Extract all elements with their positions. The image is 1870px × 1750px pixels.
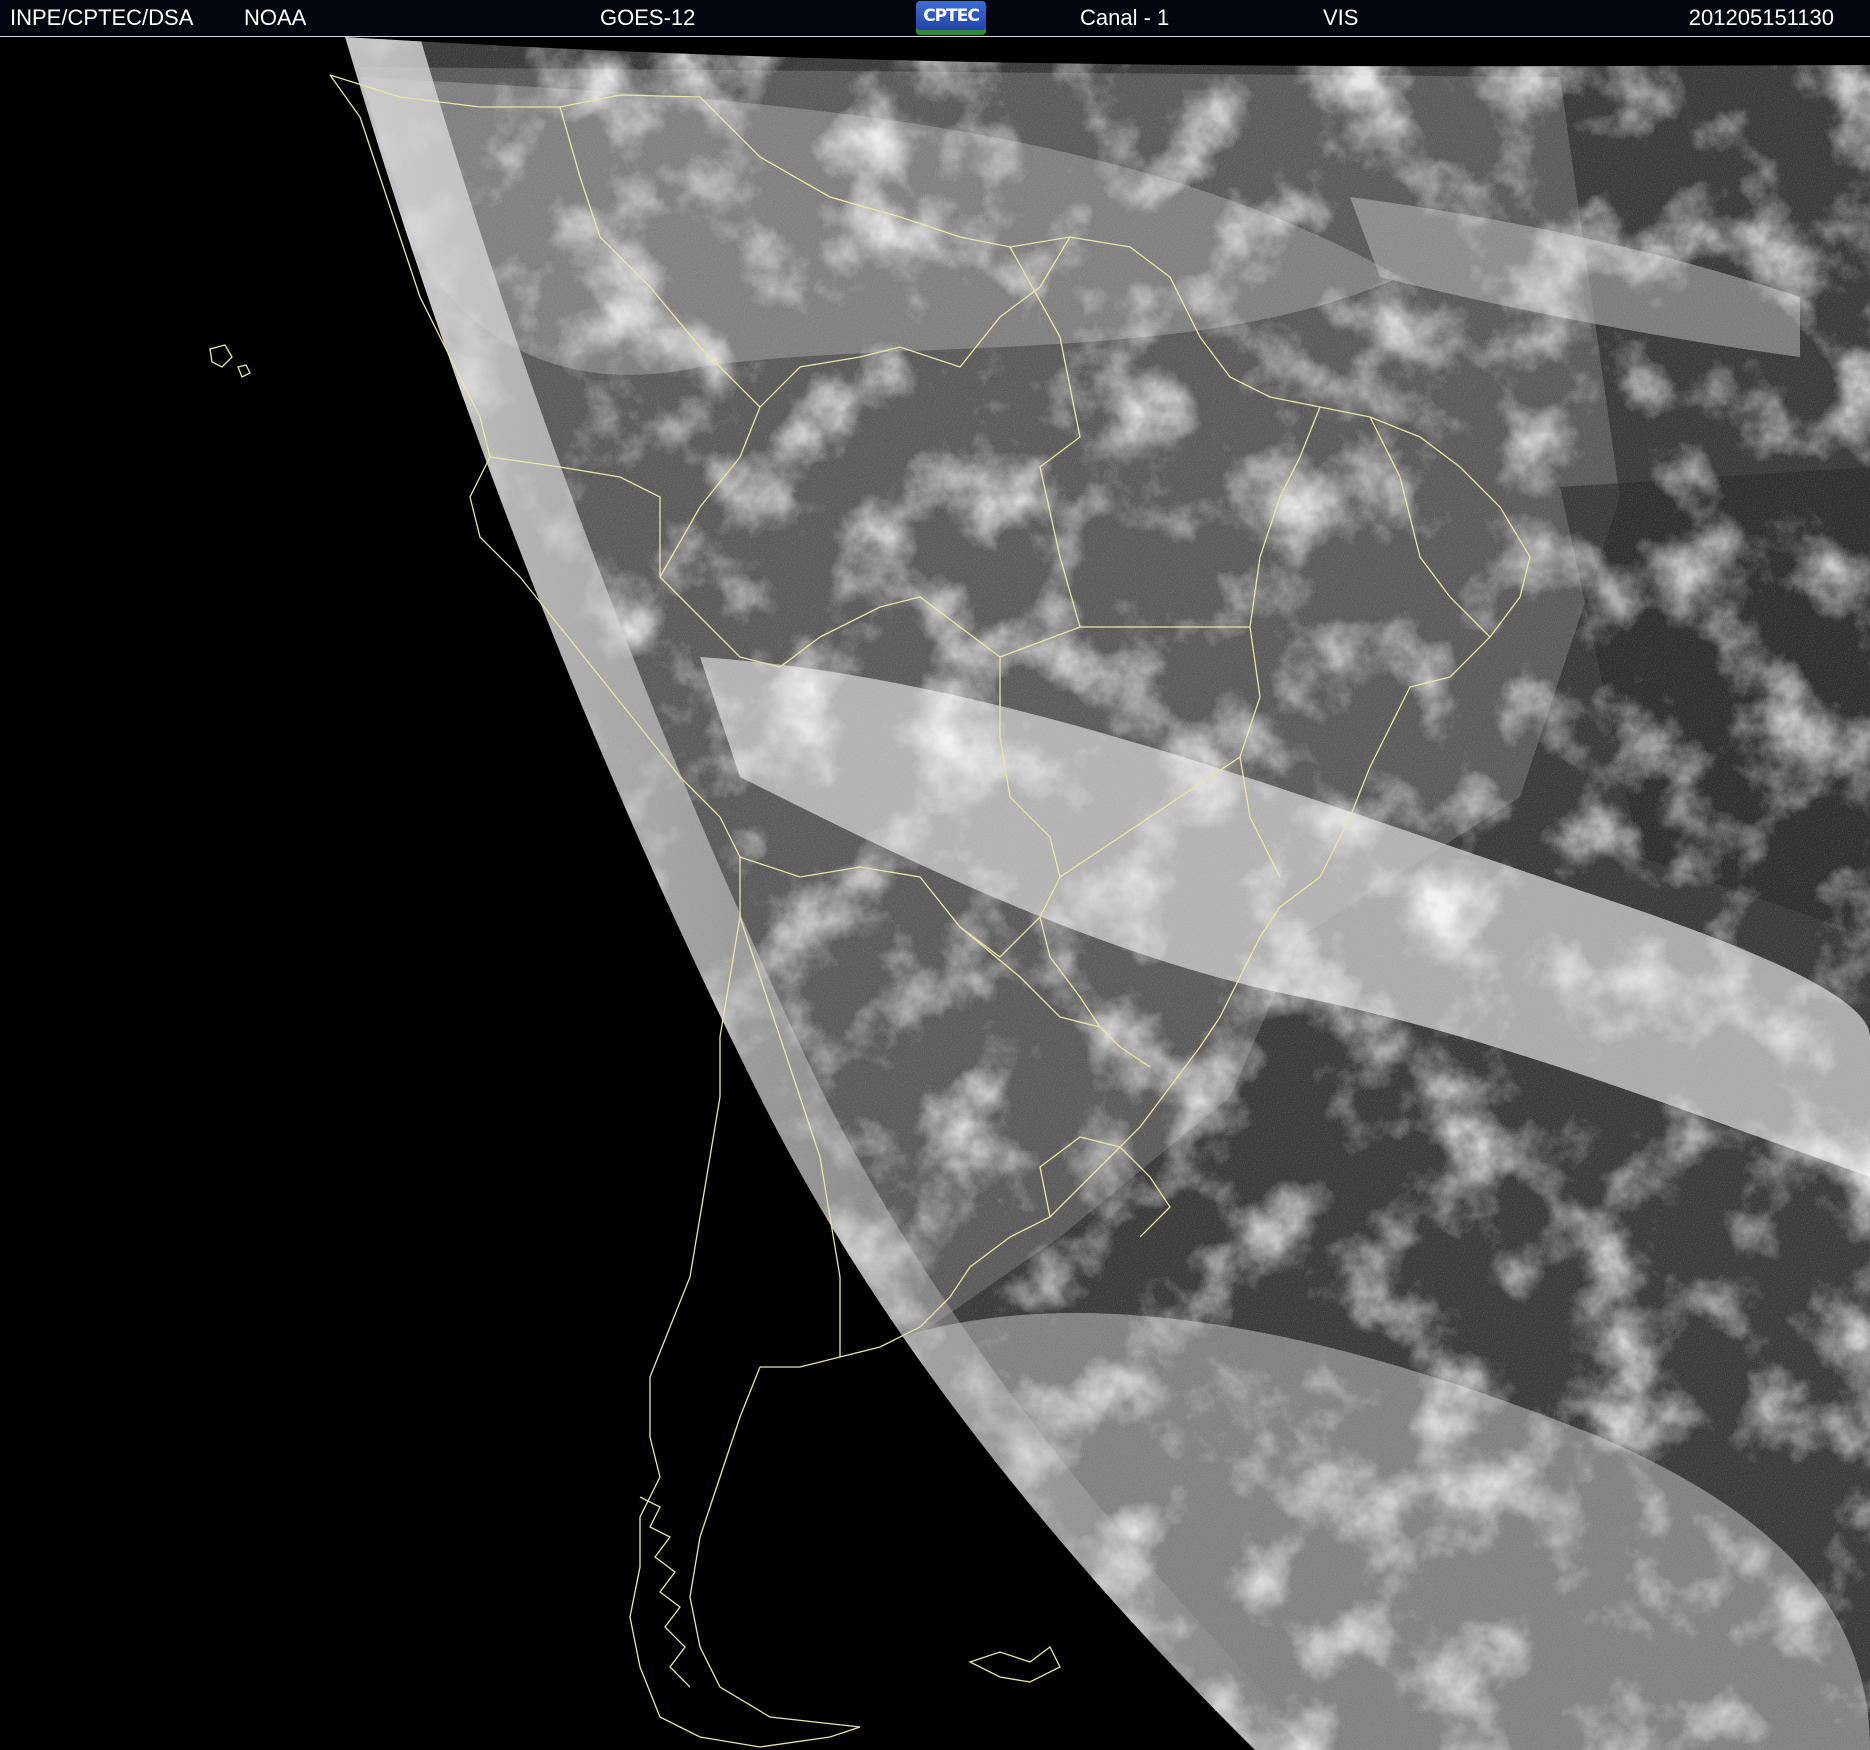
header-bar: INPE/CPTEC/DSA NOAA GOES-12 CPTEC Canal … xyxy=(0,0,1870,36)
galapagos xyxy=(209,344,251,378)
chile-archipelago xyxy=(639,1496,691,1688)
agency-label: NOAA xyxy=(244,5,307,30)
coastline-patagonia xyxy=(689,1366,861,1728)
cptec-logo-icon: CPTEC xyxy=(916,1,986,35)
earth-disk xyxy=(345,37,1870,1750)
band-label: VIS xyxy=(1323,5,1359,30)
channel-label: Canal - 1 xyxy=(1080,5,1170,30)
timestamp-label: 201205151130 xyxy=(1688,5,1834,30)
logo-text: CPTEC xyxy=(923,6,980,26)
falklands xyxy=(968,1646,1061,1683)
org-label: INPE/CPTEC/DSA xyxy=(10,5,194,30)
satellite-image-frame: INPE/CPTEC/DSA NOAA GOES-12 CPTEC Canal … xyxy=(0,0,1870,1750)
satellite-label: GOES-12 xyxy=(600,5,696,30)
satellite-imagery xyxy=(0,37,1870,1750)
